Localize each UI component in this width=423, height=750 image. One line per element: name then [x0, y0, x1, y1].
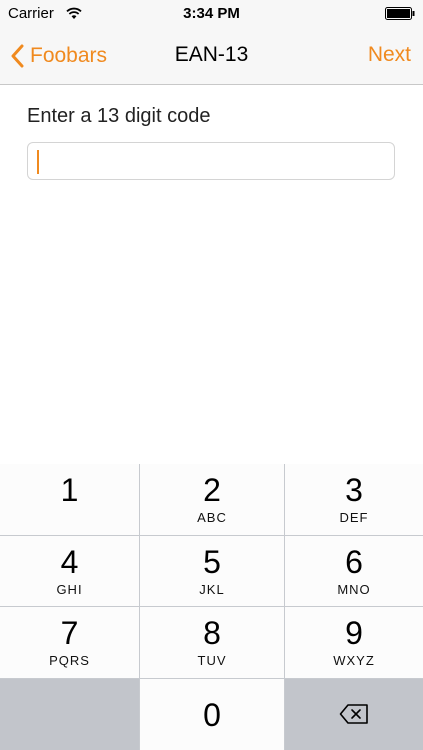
- key-4[interactable]: 4 GHI: [0, 536, 140, 607]
- numeric-keypad: 1 2 ABC 3 DEF 4 GHI 5 JKL 6 MNO 7 PQRS 8…: [0, 464, 423, 750]
- key-digit: 9: [345, 615, 363, 651]
- text-caret: [37, 150, 39, 174]
- backspace-icon: [339, 704, 368, 724]
- key-letters: JKL: [199, 582, 225, 597]
- key-1[interactable]: 1: [0, 464, 140, 536]
- key-8[interactable]: 8 TUV: [140, 607, 285, 679]
- key-6[interactable]: 6 MNO: [285, 536, 423, 607]
- code-input[interactable]: [27, 142, 395, 180]
- key-digit: 6: [345, 544, 363, 580]
- key-letters: WXYZ: [333, 653, 375, 668]
- page-title: EAN-13: [174, 43, 249, 66]
- delete-key[interactable]: [285, 679, 423, 750]
- key-letters: PQRS: [49, 653, 90, 668]
- key-letters: MNO: [337, 582, 371, 597]
- next-button[interactable]: Next: [368, 43, 411, 67]
- battery-icon: [385, 7, 415, 20]
- key-digit: 2: [203, 472, 221, 508]
- key-9[interactable]: 9 WXYZ: [285, 607, 423, 679]
- code-prompt-label: Enter a 13 digit code: [27, 105, 211, 127]
- key-5[interactable]: 5 JKL: [140, 536, 285, 607]
- key-digit: 1: [60, 472, 79, 508]
- key-digit: 8: [203, 615, 221, 651]
- key-2[interactable]: 2 ABC: [140, 464, 285, 536]
- key-letters: ABC: [197, 510, 227, 525]
- key-letters: TUV: [197, 653, 227, 668]
- key-7[interactable]: 7 PQRS: [0, 607, 140, 679]
- key-digit: 0: [203, 697, 221, 733]
- key-digit: 4: [60, 544, 79, 580]
- key-blank: [0, 679, 140, 750]
- key-3[interactable]: 3 DEF: [285, 464, 423, 536]
- status-bar: Carrier 3:34 PM: [0, 0, 423, 28]
- key-digit: 7: [60, 615, 79, 651]
- navigation-bar: Foobars EAN-13 Next: [0, 28, 423, 85]
- status-time: 3:34 PM: [183, 5, 240, 22]
- key-0[interactable]: 0: [140, 679, 285, 750]
- key-digit: 5: [203, 544, 221, 580]
- key-letters: DEF: [339, 510, 369, 525]
- key-letters: GHI: [56, 582, 83, 597]
- key-digit: 3: [345, 472, 363, 508]
